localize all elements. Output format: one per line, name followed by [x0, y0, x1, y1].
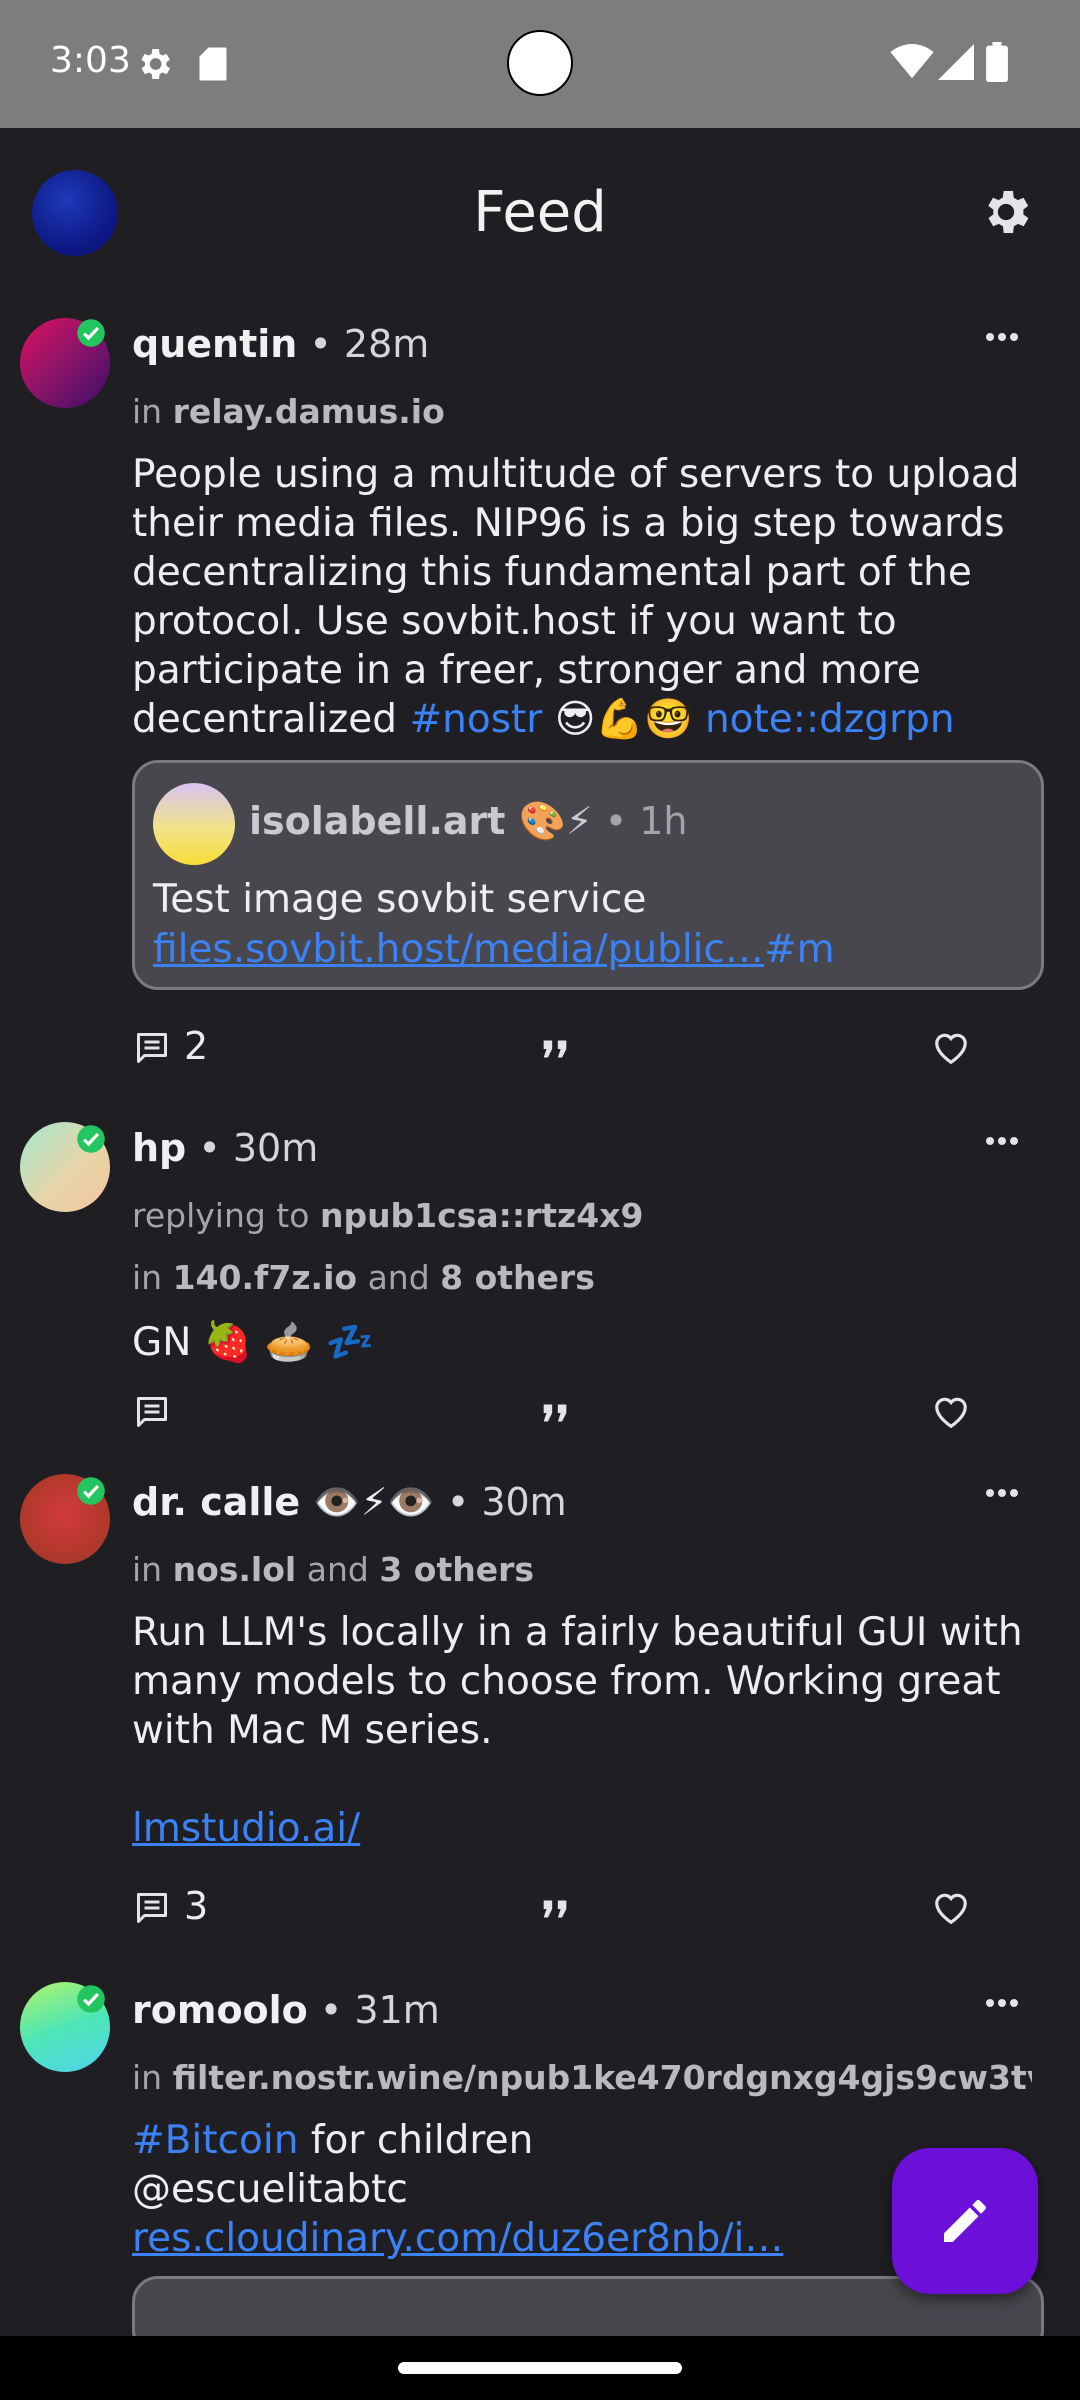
hashtag-link[interactable]: #m: [764, 927, 835, 972]
author-name[interactable]: romoolo: [132, 1988, 308, 2032]
pencil-icon: [944, 2199, 986, 2242]
reply-info: replying to npub1csa::rtz4x9: [132, 1196, 644, 1235]
author-name[interactable]: hp: [132, 1126, 186, 1170]
relay-info: in relay.damus.io: [132, 392, 445, 431]
gear-icon[interactable]: [978, 184, 1034, 240]
post-header: romoolo • 31m: [132, 1988, 440, 2032]
author-name[interactable]: dr. calle 👁️⚡👁️: [132, 1480, 435, 1524]
quote-icon[interactable]: [538, 1892, 572, 1926]
top-app-bar: Feed: [0, 128, 1080, 298]
emoji: 😎💪🤓: [554, 697, 693, 742]
post-header: quentin • 28m: [132, 322, 430, 366]
more-options-icon[interactable]: [984, 1486, 1020, 1500]
reply-count: 2: [184, 1024, 209, 1068]
post-content: Run LLM's locally in a fairly beautiful …: [132, 1610, 1023, 1753]
more-options-icon[interactable]: [984, 1134, 1020, 1148]
battery-icon: [986, 42, 1008, 82]
reply-icon[interactable]: [134, 1394, 170, 1430]
hashtag-link[interactable]: #nostr: [409, 697, 542, 742]
relay-info: in nos.lol and 3 others: [132, 1550, 535, 1589]
page-title: Feed: [473, 180, 607, 245]
post-time: 30m: [481, 1480, 567, 1524]
quoted-note[interactable]: isolabell.art 🎨⚡ • 1h Test image sovbit …: [132, 760, 1044, 990]
gear-icon: [141, 49, 170, 79]
wifi-icon: [890, 44, 934, 79]
reply-count: 3: [184, 1884, 209, 1928]
navigation-bar: [0, 2336, 1080, 2400]
post-actions: 2: [132, 1022, 1012, 1072]
reply-to-user[interactable]: npub1csa::rtz4x9: [320, 1196, 644, 1235]
post-time: 28m: [343, 322, 430, 366]
post-link-line: lmstudio.ai/: [132, 1804, 1052, 1853]
relay-name[interactable]: nos.lol: [173, 1550, 297, 1589]
heart-icon[interactable]: [932, 1890, 970, 1926]
verified-icon: [77, 1125, 105, 1153]
heart-icon[interactable]: [932, 1394, 970, 1430]
relay-others[interactable]: 8 others: [440, 1258, 595, 1297]
more-options-icon[interactable]: [984, 1996, 1020, 2010]
post-actions: 3: [132, 1882, 1012, 1932]
media-link[interactable]: files.sovbit.host/media/public…: [153, 927, 764, 972]
verified-icon: [77, 1985, 105, 2013]
reply-icon[interactable]: [134, 1890, 170, 1926]
note-link[interactable]: note::dzgrpn: [705, 697, 955, 742]
home-gesture-handle[interactable]: [398, 2362, 682, 2374]
quote-icon[interactable]: [538, 1032, 572, 1066]
post-content: People using a multitude of servers to u…: [132, 452, 1020, 742]
verified-icon: [77, 1477, 105, 1505]
avatar[interactable]: [153, 783, 235, 865]
post-actions: [132, 1386, 1012, 1436]
external-link[interactable]: res.cloudinary.com/duz6er8nb/i…: [132, 2216, 783, 2261]
verified-icon: [77, 319, 105, 347]
status-time: 3:03: [50, 40, 131, 81]
quoted-content: Test image sovbit service files.sovbit.h…: [153, 877, 835, 972]
more-options-icon[interactable]: [984, 330, 1020, 344]
hashtag-link[interactable]: #Bitcoin: [132, 2118, 298, 2163]
post-content: #Bitcoin for children @escuelitabtc res.…: [132, 2118, 784, 2261]
mention[interactable]: @escuelitabtc: [132, 2167, 408, 2212]
compose-button[interactable]: [892, 2148, 1038, 2294]
camera-cutout: [507, 30, 573, 96]
post-time: 1h: [639, 799, 688, 843]
relay-info: in filter.nostr.wine/npub1ke470rdgnxg4gj…: [132, 2058, 1032, 2097]
post-time: 31m: [354, 1988, 440, 2032]
external-link[interactable]: lmstudio.ai/: [132, 1806, 360, 1851]
author-name[interactable]: isolabell.art 🎨⚡: [249, 799, 593, 843]
heart-icon[interactable]: [932, 1030, 970, 1066]
relay-info: in 140.f7z.io and 8 others: [132, 1258, 595, 1297]
reply-icon[interactable]: [134, 1030, 170, 1066]
relay-name[interactable]: 140.f7z.io: [173, 1258, 357, 1297]
relay-name[interactable]: relay.damus.io: [173, 392, 445, 431]
post-header: hp • 30m: [132, 1126, 319, 1170]
post-time: 30m: [232, 1126, 319, 1170]
quoted-header: isolabell.art 🎨⚡ • 1h: [249, 799, 688, 843]
quote-icon[interactable]: [538, 1396, 572, 1430]
author-name[interactable]: quentin: [132, 322, 297, 366]
relay-others[interactable]: 3 others: [379, 1550, 534, 1589]
status-bar: 3:03: [0, 0, 1080, 128]
relay-name[interactable]: filter.nostr.wine/npub1ke470rdgnxg4gjs9c…: [173, 2058, 1032, 2097]
signal-icon: [938, 44, 974, 80]
post-content: GN 🍓 🥧 💤: [132, 1320, 375, 1365]
sd-card-icon: [199, 47, 227, 81]
post-header: dr. calle 👁️⚡👁️ • 30m: [132, 1480, 567, 1524]
